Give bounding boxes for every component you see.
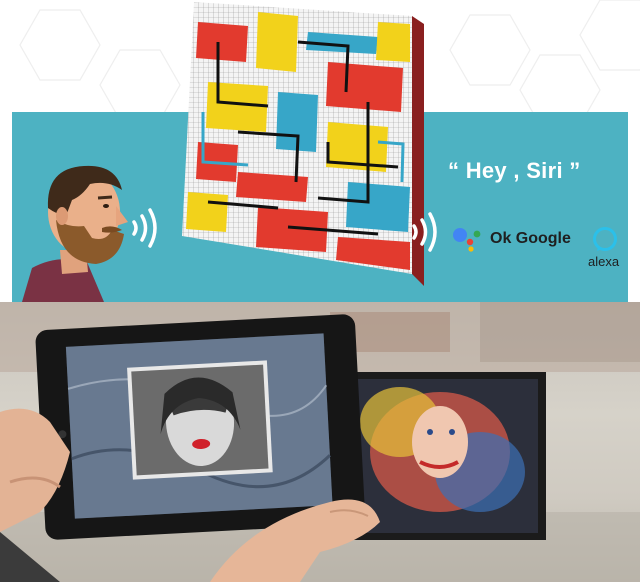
- google-assistant-icon: [453, 228, 481, 252]
- tablet-scene-illustration: [0, 302, 640, 582]
- page: “ Hey , Siri ” Ok Google alexa: [0, 0, 640, 582]
- sound-waves-icon: [412, 212, 437, 252]
- hey-siri-text: “ Hey , Siri ”: [448, 158, 581, 183]
- ok-google-label: Ok Google: [490, 230, 571, 247]
- sound-waves-icon: [132, 208, 157, 248]
- alexa-ring-icon: [593, 227, 617, 251]
- alexa-label: alexa: [588, 254, 620, 269]
- ar-tablet-photo: [0, 302, 640, 582]
- abstract-maze-painting: [182, 2, 424, 286]
